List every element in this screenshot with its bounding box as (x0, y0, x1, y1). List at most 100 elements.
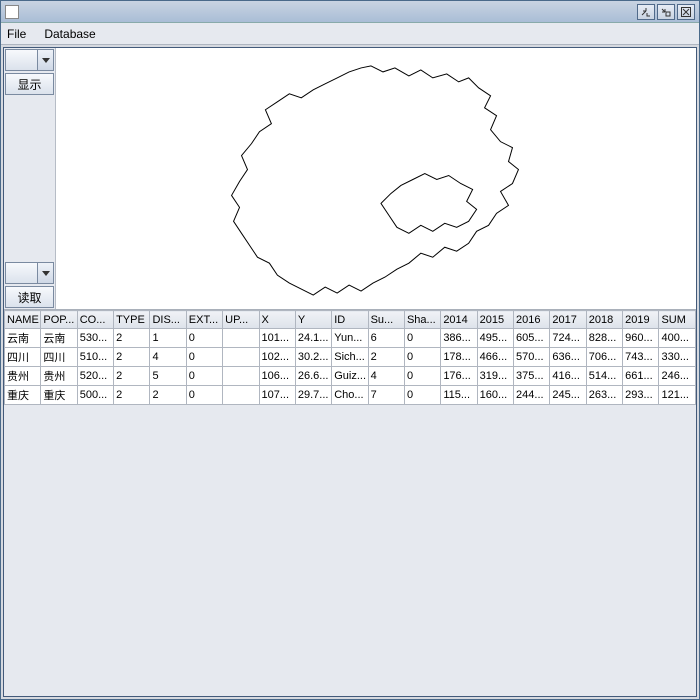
table-cell (223, 348, 259, 367)
table-area: NAMEPOP...CO...TYPEDIS...EXT...UP...XYID… (4, 310, 696, 696)
table-cell: 4 (150, 348, 186, 367)
table-cell: 386... (441, 329, 477, 348)
chevron-down-icon (37, 263, 53, 283)
top-area: 显示 读取 (4, 48, 696, 310)
table-cell: 570... (514, 348, 550, 367)
combo-bottom[interactable] (5, 262, 54, 284)
table-cell: Guiz... (332, 367, 368, 386)
table-cell: 4 (368, 367, 404, 386)
combo-top[interactable] (5, 49, 54, 71)
table-cell: 263... (586, 386, 622, 405)
table-header-cell[interactable]: NAME (5, 311, 41, 329)
table-cell: 495... (477, 329, 513, 348)
table-header-cell[interactable]: SUM (659, 311, 696, 329)
table-cell: 0 (186, 367, 222, 386)
table-cell: 293... (623, 386, 659, 405)
table-header-cell[interactable]: X (259, 311, 295, 329)
table-cell: 2 (150, 386, 186, 405)
table-cell: 5 (150, 367, 186, 386)
table-row[interactable]: 四川四川510...240102...30.2...Sich...20178..… (5, 348, 696, 367)
table-cell: 330... (659, 348, 696, 367)
table-cell: 四川 (5, 348, 41, 367)
table-header-cell[interactable]: DIS... (150, 311, 186, 329)
table-cell: 6 (368, 329, 404, 348)
table-cell: 2 (114, 329, 150, 348)
menu-file[interactable]: File (7, 27, 26, 41)
table-cell: 29.7... (295, 386, 331, 405)
table-cell: 云南 (41, 329, 77, 348)
read-button[interactable]: 读取 (5, 286, 54, 308)
table-cell: 416... (550, 367, 586, 386)
table-cell: 500... (77, 386, 113, 405)
table-cell: 2 (114, 348, 150, 367)
table-header-cell[interactable]: 2015 (477, 311, 513, 329)
table-cell: 319... (477, 367, 513, 386)
table-cell: 7 (368, 386, 404, 405)
content-area: 显示 读取 NAMEPOP...CO...TYPEDIS...EXT...UP.… (3, 47, 697, 697)
table-header-cell[interactable]: ID (332, 311, 368, 329)
table-cell (223, 329, 259, 348)
table-cell: 176... (441, 367, 477, 386)
table-cell: 2 (114, 386, 150, 405)
table-row[interactable]: 重庆重庆500...220107...29.7...Cho...70115...… (5, 386, 696, 405)
table-header-cell[interactable]: 2014 (441, 311, 477, 329)
table-header-cell[interactable]: 2017 (550, 311, 586, 329)
map-outline (232, 66, 519, 295)
table-header-cell[interactable]: UP... (223, 311, 259, 329)
table-cell: 0 (186, 329, 222, 348)
table-cell: 828... (586, 329, 622, 348)
table-cell: 706... (586, 348, 622, 367)
table-cell: 重庆 (5, 386, 41, 405)
table-body: 云南云南530...210101...24.1...Yun...60386...… (5, 329, 696, 405)
table-cell: 四川 (41, 348, 77, 367)
table-cell: 0 (186, 348, 222, 367)
map-inner-region (381, 174, 477, 234)
table-cell: 101... (259, 329, 295, 348)
table-cell: 0 (404, 329, 440, 348)
table-header-cell[interactable]: 2019 (623, 311, 659, 329)
table-header-cell[interactable]: Su... (368, 311, 404, 329)
show-button[interactable]: 显示 (5, 73, 54, 95)
data-table: NAMEPOP...CO...TYPEDIS...EXT...UP...XYID… (4, 310, 696, 405)
close-button[interactable] (677, 4, 695, 20)
table-cell: 云南 (5, 329, 41, 348)
table-row[interactable]: 云南云南530...210101...24.1...Yun...60386...… (5, 329, 696, 348)
table-cell: 605... (514, 329, 550, 348)
table-header-cell[interactable]: 2016 (514, 311, 550, 329)
table-cell: 245... (550, 386, 586, 405)
table-cell: 121... (659, 386, 696, 405)
table-header-row: NAMEPOP...CO...TYPEDIS...EXT...UP...XYID… (5, 311, 696, 329)
table-cell: 106... (259, 367, 295, 386)
table-header-cell[interactable]: Sha... (404, 311, 440, 329)
table-cell: 0 (404, 386, 440, 405)
table-cell: 514... (586, 367, 622, 386)
table-cell: 107... (259, 386, 295, 405)
table-cell: 246... (659, 367, 696, 386)
table-cell: 743... (623, 348, 659, 367)
table-header-cell[interactable]: POP... (41, 311, 77, 329)
table-cell: 0 (404, 367, 440, 386)
table-header-cell[interactable]: CO... (77, 311, 113, 329)
table-cell (223, 386, 259, 405)
table-cell: 0 (404, 348, 440, 367)
table-cell: 26.6... (295, 367, 331, 386)
maximize-button[interactable] (657, 4, 675, 20)
table-cell: 102... (259, 348, 295, 367)
left-panel: 显示 读取 (4, 48, 56, 309)
app-icon (5, 5, 19, 19)
table-cell: 0 (186, 386, 222, 405)
table-cell: 244... (514, 386, 550, 405)
table-cell: 466... (477, 348, 513, 367)
table-row[interactable]: 贵州贵州520...250106...26.6...Guiz...40176..… (5, 367, 696, 386)
menu-database[interactable]: Database (44, 27, 95, 41)
minimize-button[interactable] (637, 4, 655, 20)
table-cell: 贵州 (41, 367, 77, 386)
menubar: File Database (1, 23, 699, 45)
table-cell: 520... (77, 367, 113, 386)
table-cell: 510... (77, 348, 113, 367)
table-cell: 1 (150, 329, 186, 348)
table-header-cell[interactable]: EXT... (186, 311, 222, 329)
table-header-cell[interactable]: Y (295, 311, 331, 329)
table-header-cell[interactable]: TYPE (114, 311, 150, 329)
table-header-cell[interactable]: 2018 (586, 311, 622, 329)
